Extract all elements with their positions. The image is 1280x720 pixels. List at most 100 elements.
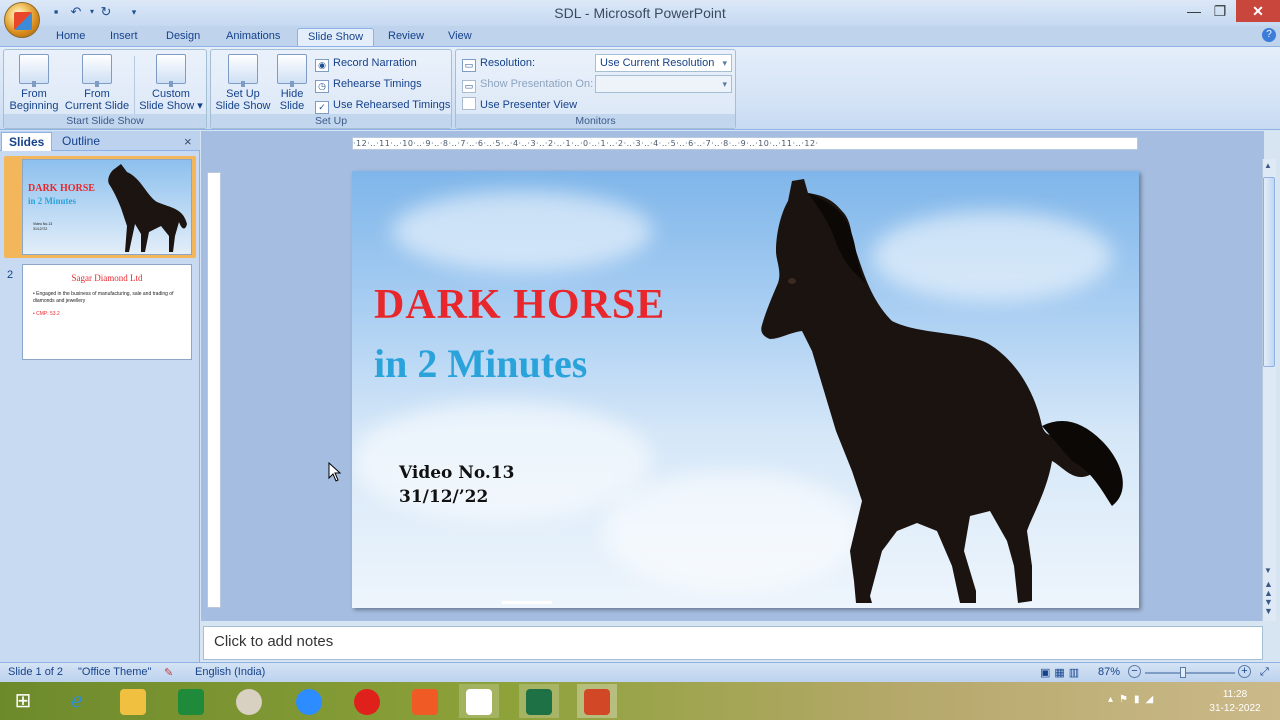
resolution-dropdown[interactable]: Use Current Resolution <box>595 54 732 72</box>
thumb-small-text: 31/12/'22 <box>33 227 48 231</box>
projector-icon <box>19 54 49 87</box>
monitor-icon: ▭ <box>462 59 476 72</box>
spelling-check-icon[interactable]: ✎ <box>164 666 173 679</box>
show-presentation-on-label: ▭ Show Presentation On: <box>462 75 593 93</box>
horse-image <box>108 164 187 252</box>
projector-icon <box>156 54 186 87</box>
vertical-ruler <box>207 172 221 608</box>
office-button[interactable] <box>4 2 40 38</box>
horizontal-ruler: ·12·‥·11·‥·10·‥·9·‥·8·‥·7·‥·6·‥·5·‥·4·‥·… <box>352 137 1138 150</box>
system-tray-icons[interactable]: ▴⚑▮◢ <box>1108 694 1159 705</box>
set-up-slide-show-button[interactable]: Set Up Slide Show <box>213 54 273 118</box>
hide-slide-button[interactable]: Hide Slide <box>273 54 311 118</box>
thumb-title: Sagar Diamond Ltd <box>71 273 143 283</box>
zoom-level[interactable]: 87% <box>1098 666 1120 678</box>
view-buttons[interactable]: ▣▦▥ <box>1040 666 1083 679</box>
minimize-button[interactable]: — <box>1180 0 1208 22</box>
cloud <box>392 191 652 271</box>
slide-title[interactable]: DARK HORSE <box>374 281 665 329</box>
separator <box>134 56 135 116</box>
customize-qat-icon[interactable]: ▾ <box>126 4 142 20</box>
status-bar: Slide 1 of 2 "Office Theme" ✎ English (I… <box>0 662 1280 682</box>
set-up-group: Set Up Slide Show Hide Slide ◉ Record Nar… <box>210 49 452 129</box>
tab-slide-show[interactable]: Slide Show <box>297 28 375 46</box>
ribbon-tabs: Home Insert Design Animations Slide Show… <box>0 26 1280 46</box>
record-narration-button[interactable]: ◉ Record Narration <box>315 54 417 72</box>
checkbox-unchecked-icon <box>462 97 476 110</box>
clock-icon: ◷ <box>315 80 329 93</box>
checkbox-checked-icon: ✓ <box>315 101 329 114</box>
tab-review[interactable]: Review <box>378 28 434 46</box>
slide-canvas[interactable]: DARK HORSE in 2 Minutes Video No.13 31/1… <box>352 171 1139 608</box>
tab-outline[interactable]: Outline <box>55 132 107 151</box>
from-current-slide-button[interactable]: From Current Slide <box>64 54 130 118</box>
help-icon[interactable]: ? <box>1262 28 1276 42</box>
thumb-small-text: Video No.13 <box>33 222 53 226</box>
clock[interactable]: 11:28 31-12-2022 <box>1200 688 1270 716</box>
file-explorer-icon[interactable] <box>113 684 153 718</box>
close-button[interactable]: ✕ <box>1236 0 1280 22</box>
maximize-button[interactable]: ❐ <box>1206 0 1234 22</box>
save-icon[interactable]: ▪ <box>48 4 64 20</box>
hide-slide-icon <box>277 54 307 87</box>
zoom-icon[interactable] <box>289 684 329 718</box>
zoom-slider[interactable] <box>1145 672 1235 674</box>
window-title: SDL - Microsoft PowerPoint <box>554 5 726 21</box>
tab-animations[interactable]: Animations <box>216 28 290 46</box>
custom-slide-show-button[interactable]: Custom Slide Show ▾ <box>138 54 204 118</box>
next-slide-icon[interactable]: ▼ ▼ <box>1264 598 1273 616</box>
title-bar: SDL - Microsoft PowerPoint ▪ ↶ ▾ ↻ ▾ — ❐… <box>0 0 1280 26</box>
use-presenter-view-checkbox[interactable]: Use Presenter View <box>462 96 577 114</box>
rehearse-timings-button[interactable]: ◷ Rehearse Timings <box>315 75 422 93</box>
mouse-cursor-icon <box>328 462 342 482</box>
slide-number: 2 <box>7 269 14 281</box>
windows-start-icon[interactable]: ⊞ <box>3 684 43 718</box>
thumb-subtitle: in 2 Minutes <box>28 196 77 206</box>
slide-counter: Slide 1 of 2 <box>8 666 64 678</box>
undo-icon[interactable]: ↶ <box>68 4 84 20</box>
zoom-slider-thumb[interactable] <box>1180 667 1186 678</box>
from-beginning-button[interactable]: From Beginning <box>6 54 62 118</box>
slides-pane: Slides Outline × 1 DARK HORSE in 2 Minut… <box>0 131 200 662</box>
scrollbar-thumb[interactable] <box>1263 177 1275 367</box>
language-indicator[interactable]: English (India) <box>195 666 265 678</box>
tab-design[interactable]: Design <box>156 28 210 46</box>
notes-pane[interactable]: Click to add notes <box>203 626 1263 660</box>
show-presentation-on-dropdown[interactable] <box>595 75 732 93</box>
previous-slide-icon[interactable]: ▲ ▲ <box>1264 580 1273 598</box>
store-icon[interactable] <box>171 684 211 718</box>
thumb-bullet: • CMP: 53.2 <box>33 311 60 317</box>
tab-slides[interactable]: Slides <box>1 132 53 151</box>
pane-tabs: Slides Outline × <box>0 131 200 151</box>
slide-thumbnail-2[interactable]: Sagar Diamond Ltd • Engaged in the busin… <box>22 264 192 360</box>
monitor-icon: ▭ <box>462 80 476 93</box>
close-pane-icon[interactable]: × <box>184 134 192 149</box>
fit-to-window-icon[interactable]: ⤢ <box>1260 666 1269 679</box>
projector-icon <box>82 54 112 87</box>
zoom-in-icon[interactable]: + <box>1238 665 1251 678</box>
opera-icon[interactable] <box>347 684 387 718</box>
excel-icon[interactable] <box>519 684 559 718</box>
tab-view[interactable]: View <box>438 28 482 46</box>
tab-insert[interactable]: Insert <box>100 28 148 46</box>
internet-explorer-icon[interactable]: ℯ <box>57 684 97 718</box>
notepad-icon[interactable] <box>459 684 499 718</box>
scroll-up-icon[interactable]: ▲ <box>1264 161 1272 170</box>
brave-icon[interactable] <box>405 684 445 718</box>
redo-icon[interactable]: ↻ <box>98 4 114 20</box>
tab-home[interactable]: Home <box>46 28 95 46</box>
use-rehearsed-timings-checkbox[interactable]: ✓ Use Rehearsed Timings <box>315 96 450 114</box>
powerpoint-icon[interactable] <box>577 684 617 718</box>
setup-show-icon <box>228 54 258 87</box>
microphone-icon: ◉ <box>315 59 329 72</box>
zoom-out-icon[interactable]: − <box>1128 665 1141 678</box>
horse-image <box>761 179 1123 603</box>
office-logo-icon <box>14 12 32 30</box>
scroll-down-icon[interactable]: ▼ <box>1264 566 1272 575</box>
slide-info-text[interactable]: Video No.13 31/12/’22 <box>399 461 514 509</box>
monitors-group: ▭Resolution: Use Current Resolution ▭Sho… <box>455 49 736 129</box>
paint-icon[interactable] <box>229 684 269 718</box>
slide-thumbnail-1[interactable]: DARK HORSE in 2 Minutes Video No.13 31/1… <box>22 159 192 255</box>
slide-subtitle[interactable]: in 2 Minutes <box>374 340 587 387</box>
thumb-title: DARK HORSE <box>28 183 95 194</box>
